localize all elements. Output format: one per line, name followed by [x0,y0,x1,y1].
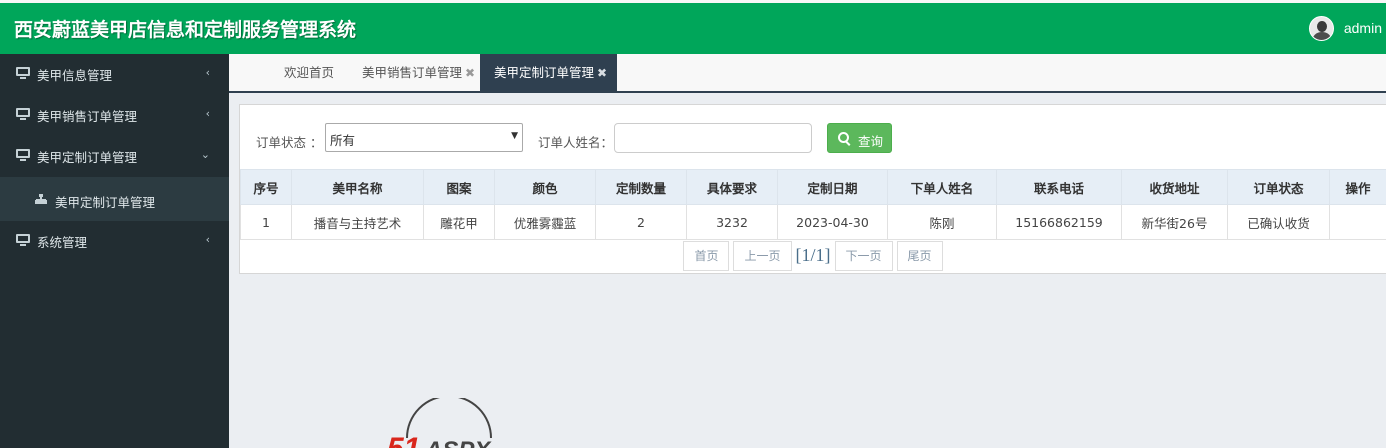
sidebar-item-custom-orders[interactable]: 美甲定制订单管理 ⌄ [0,136,229,177]
sitemap-icon [35,194,47,204]
content-panel: 订单状态 ： 所有 ▼ 订单人姓名： 查询 序号 美甲名称 图案 颜色 定制数量… [239,104,1386,274]
column-header: 序号 [240,169,292,205]
tab-sales-orders[interactable]: 美甲销售订单管理 ✖ [362,54,475,92]
status-select[interactable]: 所有 ▼ [325,123,523,152]
column-header: 具体要求 [686,169,778,205]
logo-icon: 51 ASPX [387,398,492,448]
caret-down-icon: ▼ [511,131,518,141]
customer-name-input[interactable] [614,123,812,153]
sidebar-subitem-label: 美甲定制订单管理 [55,195,156,210]
sidebar: 美甲信息管理 ‹ 美甲销售订单管理 ‹ 美甲定制订单管理 ⌄ 美甲定制订单管理 … [0,54,229,448]
desktop-icon [16,67,30,79]
table-cell: 3232 [686,204,778,240]
sidebar-item-label: 系统管理 [37,235,88,250]
column-header: 图案 [423,169,495,205]
table-cell: 15166862159 [996,204,1122,240]
column-header: 下单人姓名 [887,169,997,205]
desktop-icon [16,108,30,120]
close-icon[interactable]: ✖ [597,66,607,80]
table-cell: 雕花甲 [423,204,495,240]
pagination: 首页 上一页 [1/1] 下一页 尾页 [240,241,1386,271]
sidebar-subitem-custom-orders[interactable]: 美甲定制订单管理 [0,177,229,221]
prev-page-button[interactable]: 上一页 [733,241,792,271]
column-header: 订单状态 [1227,169,1330,205]
table-cell: 2 [595,204,687,240]
sidebar-item-nail-info[interactable]: 美甲信息管理 ‹ [0,54,229,95]
search-button-label: 查询 [858,134,884,149]
column-header: 收货地址 [1121,169,1228,205]
logo-text-suffix: ASPX [424,437,492,448]
table-header-row: 序号 美甲名称 图案 颜色 定制数量 具体要求 定制日期 下单人姓名 联系电话 … [240,169,1386,205]
table-cell-actions[interactable] [1329,204,1386,240]
sidebar-item-system[interactable]: 系统管理 ‹ [0,221,229,262]
column-header: 美甲名称 [291,169,424,205]
desktop-icon [16,149,30,161]
desktop-icon [16,234,30,246]
tab-label: 欢迎首页 [284,65,335,80]
user-avatar-icon[interactable] [1308,15,1334,41]
column-header: 操作 [1329,169,1386,205]
username[interactable]: admin [1344,20,1382,36]
chevron-left-icon: ‹ [205,107,210,120]
next-page-button[interactable]: 下一页 [834,241,893,271]
sidebar-item-label: 美甲定制订单管理 [37,150,138,165]
column-header: 定制日期 [777,169,888,205]
sidebar-item-label: 美甲销售订单管理 [37,109,138,124]
table-cell: 陈刚 [887,204,997,240]
tab-custom-orders[interactable]: 美甲定制订单管理 ✖ [480,54,618,92]
last-page-button[interactable]: 尾页 [896,241,943,271]
orders-table: 序号 美甲名称 图案 颜色 定制数量 具体要求 定制日期 下单人姓名 联系电话 … [240,169,1386,240]
chevron-down-icon: ⌄ [200,148,210,161]
search-button[interactable]: 查询 [827,123,892,153]
table-cell: 新华街26号 [1121,204,1228,240]
column-header: 定制数量 [595,169,687,205]
tab-welcome[interactable]: 欢迎首页 [284,54,334,92]
top-header: 西安蔚蓝美甲店信息和定制服务管理系统 admin [0,0,1386,54]
chevron-left-icon: ‹ [205,233,210,246]
app-title: 西安蔚蓝美甲店信息和定制服务管理系统 [14,19,357,41]
tab-label: 美甲定制订单管理 [494,65,595,80]
status-filter-label: 订单状态 ： [256,135,323,150]
table-cell: 1 [240,204,292,240]
column-header: 颜色 [494,169,596,205]
name-filter-label: 订单人姓名： [538,135,614,150]
sidebar-item-sales-orders[interactable]: 美甲销售订单管理 ‹ [0,95,229,136]
table-cell: 播音与主持艺术 [291,204,424,240]
user-menu[interactable]: admin [1308,15,1382,41]
column-header: 联系电话 [996,169,1122,205]
chevron-left-icon: ‹ [205,66,210,79]
table-cell: 优雅雾霾蓝 [494,204,596,240]
tab-bar: 欢迎首页 美甲销售订单管理 ✖ 美甲定制订单管理 ✖ [229,54,1386,93]
logo-text: 51 [387,432,420,448]
page-indicator: [1/1] [795,245,831,265]
sidebar-item-label: 美甲信息管理 [37,68,113,83]
table-row[interactable]: 1 播音与主持艺术 雕花甲 优雅雾霾蓝 2 3232 2023-04-30 陈刚… [240,204,1386,240]
search-icon [838,132,849,143]
close-icon[interactable]: ✖ [465,66,475,80]
tab-label: 美甲销售订单管理 [362,65,463,80]
table-cell: 2023-04-30 [777,204,888,240]
status-select-value: 所有 [330,133,356,148]
table-cell: 已确认收货 [1227,204,1330,240]
watermark-logo: 51 ASPX [385,398,525,448]
first-page-button[interactable]: 首页 [683,241,730,271]
